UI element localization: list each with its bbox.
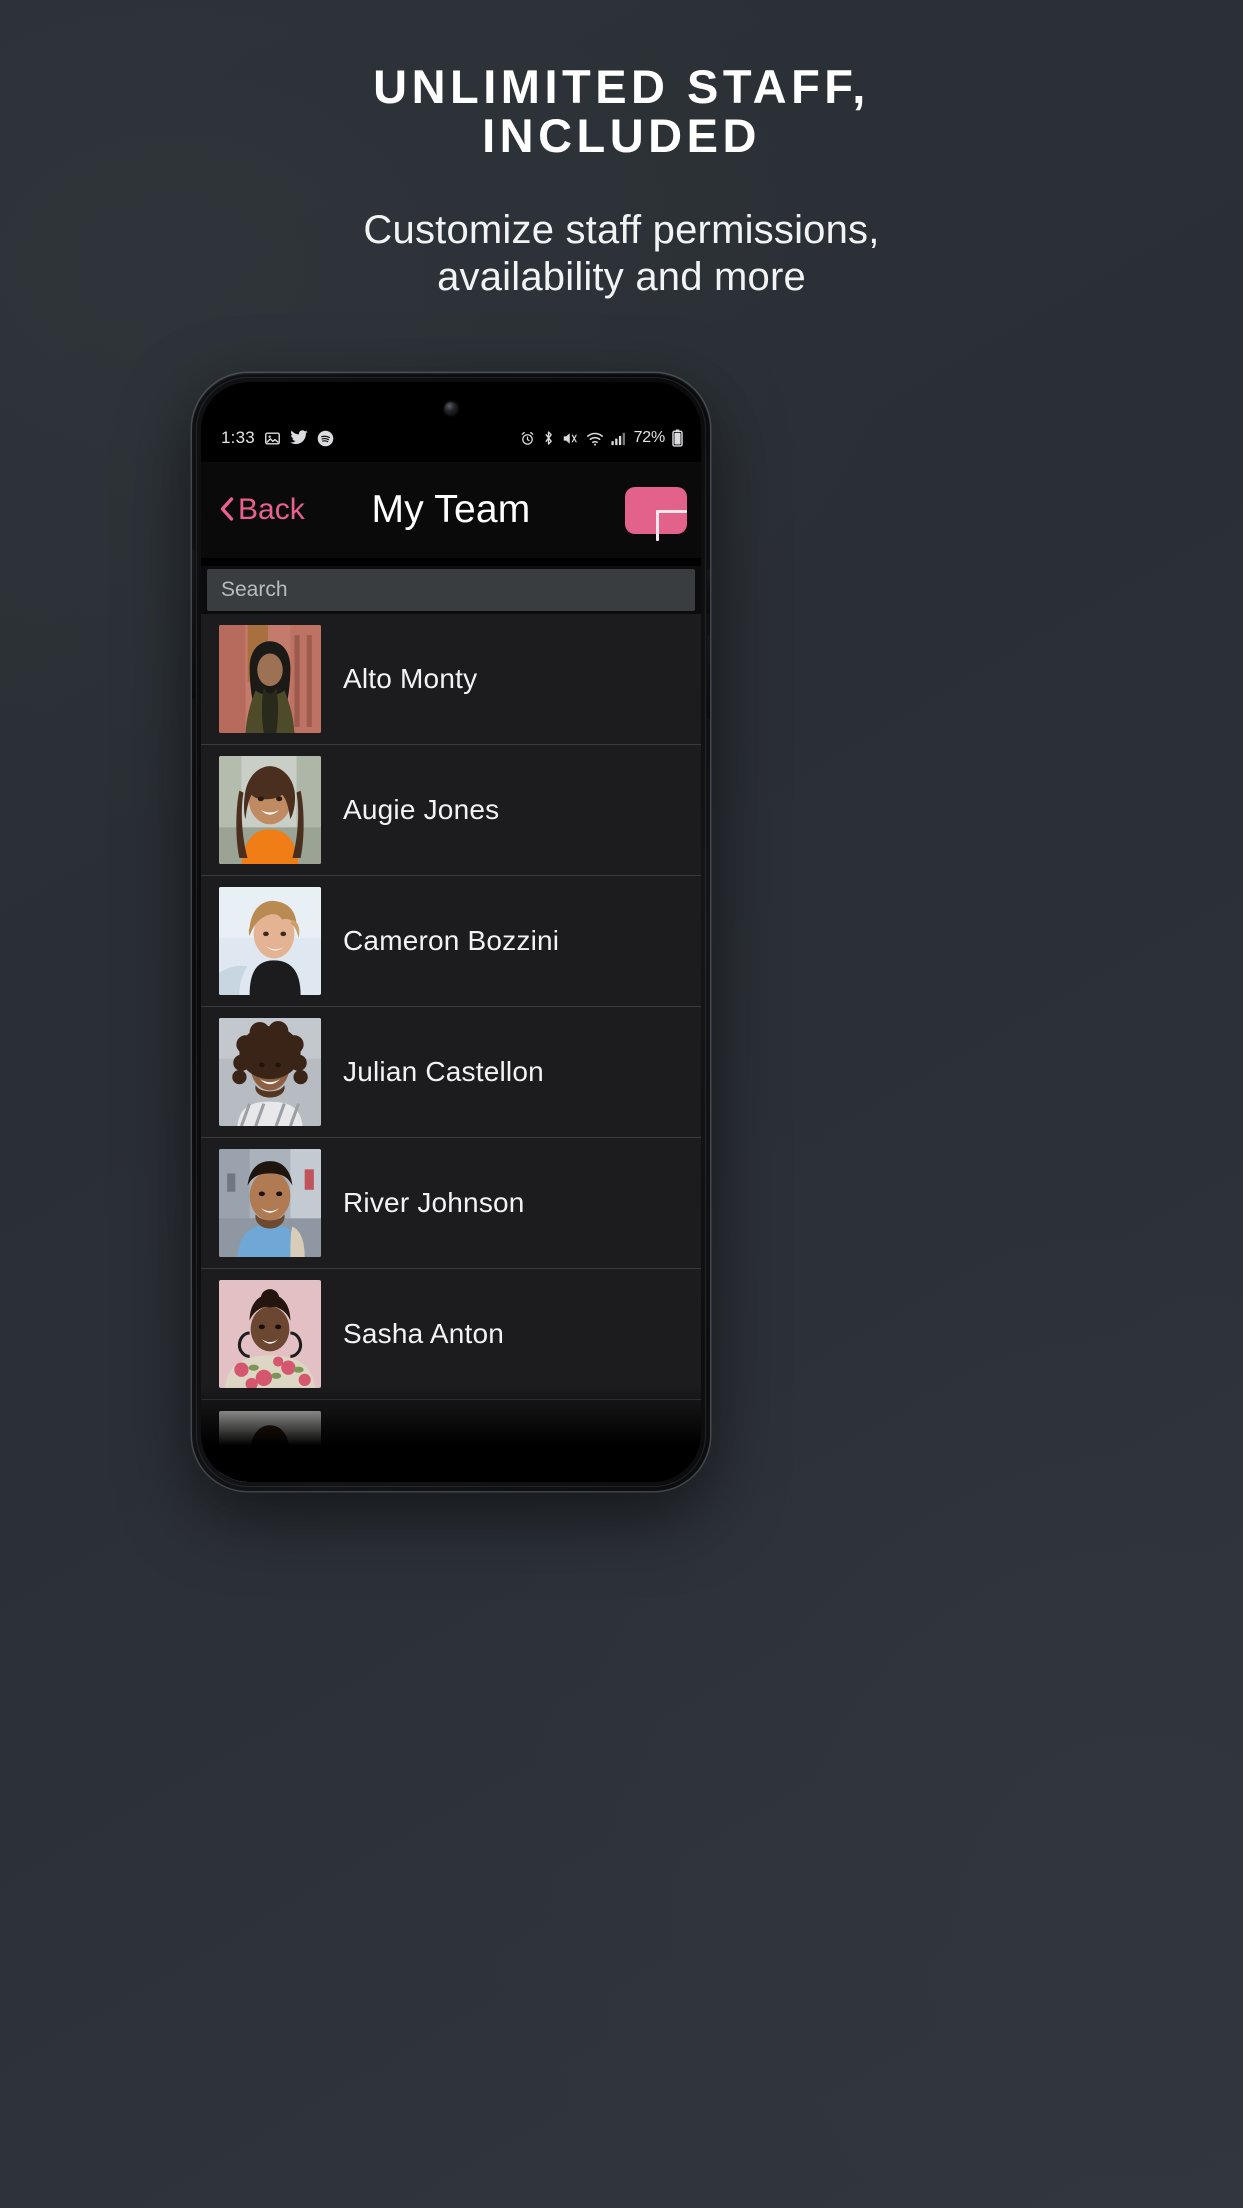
staff-list-item[interactable]: Alto Monty xyxy=(201,614,701,745)
add-staff-button[interactable] xyxy=(625,486,687,541)
battery-percent-label: 72% xyxy=(633,429,666,446)
chevron-left-icon xyxy=(219,496,235,522)
staff-name: Sasha Anton xyxy=(343,1318,504,1349)
staff-name: Julian Castellon xyxy=(343,1056,544,1087)
avatar xyxy=(219,625,321,733)
promo-headline-line-1: UNLIMITED STAFF, xyxy=(373,60,870,113)
mute-vibrate-icon xyxy=(562,431,579,446)
avatar xyxy=(219,1018,321,1126)
back-button[interactable]: Back xyxy=(211,487,313,533)
staff-name: Cameron Bozzini xyxy=(343,925,560,956)
staff-list[interactable]: Alto Monty Augie Jones Cameron Bozzini J… xyxy=(201,614,701,1482)
phone-screen: 1:33 72% Back My Team Search Alto Monty … xyxy=(201,382,701,1482)
staff-list-item[interactable]: Sasha Anton xyxy=(201,1269,701,1400)
back-button-label: Back xyxy=(238,493,305,526)
staff-name: Augie Jones xyxy=(343,794,500,825)
status-clock: 1:33 xyxy=(221,428,255,447)
promo-subtitle-line-1: Customize staff permissions, xyxy=(363,207,880,252)
search-input[interactable] xyxy=(207,569,695,611)
status-bar-left: 1:33 xyxy=(221,428,334,448)
app-navigation-bar: Back My Team xyxy=(201,462,701,558)
staff-name: Alto Monty xyxy=(343,663,478,694)
staff-name: River Johnson xyxy=(343,1187,525,1218)
avatar xyxy=(219,756,321,864)
promo-copy: UNLIMITED STAFF, INCLUDED Customize staf… xyxy=(0,62,1243,301)
avatar xyxy=(219,1280,321,1388)
wifi-icon xyxy=(586,431,604,446)
avatar xyxy=(219,887,321,995)
alarm-icon xyxy=(520,431,535,446)
promo-headline-line-2: INCLUDED xyxy=(482,109,761,163)
staff-list-item[interactable]: Cameron Bozzini xyxy=(201,876,701,1007)
staff-list-item[interactable]: River Johnson xyxy=(201,1138,701,1269)
avatar xyxy=(219,1411,321,1482)
staff-list-item[interactable]: Augie Jones xyxy=(201,745,701,876)
front-camera-icon xyxy=(444,402,458,415)
staff-list-item[interactable]: Julian Castellon xyxy=(201,1007,701,1138)
phone-power-button[interactable] xyxy=(707,635,710,719)
phone-left-rail xyxy=(192,549,195,699)
search-bar xyxy=(201,566,701,614)
promo-headline: UNLIMITED STAFF, INCLUDED xyxy=(0,62,1243,161)
spotify-icon xyxy=(317,430,334,447)
phone-mockup: 1:33 72% Back My Team Search Alto Monty … xyxy=(192,373,710,1491)
cellular-signal-icon xyxy=(611,431,627,446)
phone-volume-button[interactable] xyxy=(707,569,710,615)
bluetooth-icon xyxy=(542,430,555,446)
image-icon xyxy=(264,430,281,447)
avatar xyxy=(219,1149,321,1257)
staff-name: Tara Brown xyxy=(343,1449,487,1480)
battery-icon xyxy=(672,429,683,447)
promo-subtitle-line-2: availability and more xyxy=(437,254,806,299)
status-bar-right: 72% xyxy=(520,429,683,447)
twitter-icon xyxy=(290,430,308,446)
staff-list-item[interactable]: Tara Brown xyxy=(201,1400,701,1482)
status-bar: 1:33 72% xyxy=(201,424,701,452)
promo-subtitle: Customize staff permissions, availabilit… xyxy=(0,207,1243,301)
